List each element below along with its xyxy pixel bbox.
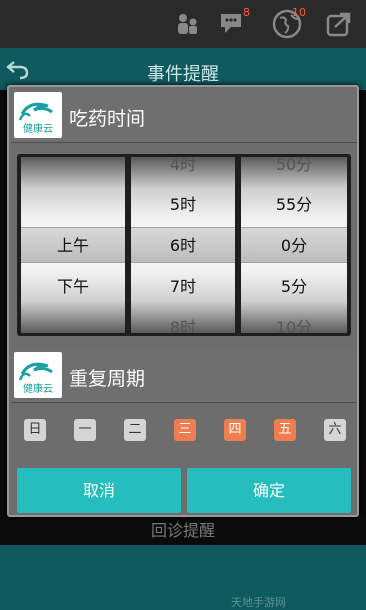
globe-badge: 10 [292,6,306,19]
health-cloud-logo: 健康云 [14,352,62,398]
svg-text:健康云: 健康云 [23,382,53,395]
picker-item-hour[interactable]: 4时 [131,157,235,185]
weekday-sat[interactable]: 六 [324,419,346,441]
cancel-button[interactable]: 取消 [17,468,181,513]
share-icon[interactable] [325,10,353,38]
picker-item-am[interactable]: 上午 [21,225,125,266]
picker-item-minute[interactable]: 5分 [241,266,347,307]
weekday-thu[interactable]: 四 [224,419,246,441]
reminder-dialog: 健康云 吃药时间 上午 下午 4时 5时 6时 7时 8时 50分 55分 0分… [7,85,359,517]
picker-item-minute[interactable]: 10分 [241,307,347,333]
weekday-mon[interactable]: 一 [74,419,96,441]
picker-item-hour[interactable]: 5时 [131,184,235,225]
contacts-icon[interactable] [174,10,202,38]
picker-item-minute-selected[interactable]: 0分 [241,225,347,266]
picker-item-hour-selected[interactable]: 6时 [131,225,235,266]
minute-wheel[interactable]: 50分 55分 0分 5分 10分 [241,157,347,333]
weekday-fri[interactable]: 五 [274,419,296,441]
messages-badge: 8 [243,6,250,19]
picker-item-minute[interactable]: 50分 [241,157,347,185]
action-bar: 8 10 [0,0,366,48]
time-section-header: 健康云 吃药时间 [11,89,357,143]
time-section-title: 吃药时间 [69,108,146,130]
weekday-sun[interactable]: 日 [24,419,46,441]
weekday-tue[interactable]: 二 [124,419,146,441]
background-list-item: 回诊提醒 [150,521,215,540]
picker-item-minute[interactable]: 55分 [241,184,347,225]
ampm-wheel[interactable]: 上午 下午 [21,157,125,333]
picker-item-pm[interactable]: 下午 [21,266,125,307]
page-title: 事件提醒 [147,64,219,85]
health-cloud-logo: 健康云 [14,92,62,138]
svg-text:健康云: 健康云 [23,122,53,135]
confirm-button[interactable]: 确定 [187,468,351,513]
repeat-section-title: 重复周期 [69,368,146,390]
repeat-section-header: 健康云 重复周期 [11,349,357,403]
weekday-wed[interactable]: 三 [174,419,196,441]
hour-wheel[interactable]: 4时 5时 6时 7时 8时 [131,157,235,333]
background-footer [0,545,366,610]
watermark: 天地手游网 [231,596,286,609]
picker-item-hour[interactable]: 8时 [131,307,235,333]
weekday-selector: 日 一 二 三 四 五 六 [9,419,357,449]
picker-item-hour[interactable]: 7时 [131,266,235,307]
